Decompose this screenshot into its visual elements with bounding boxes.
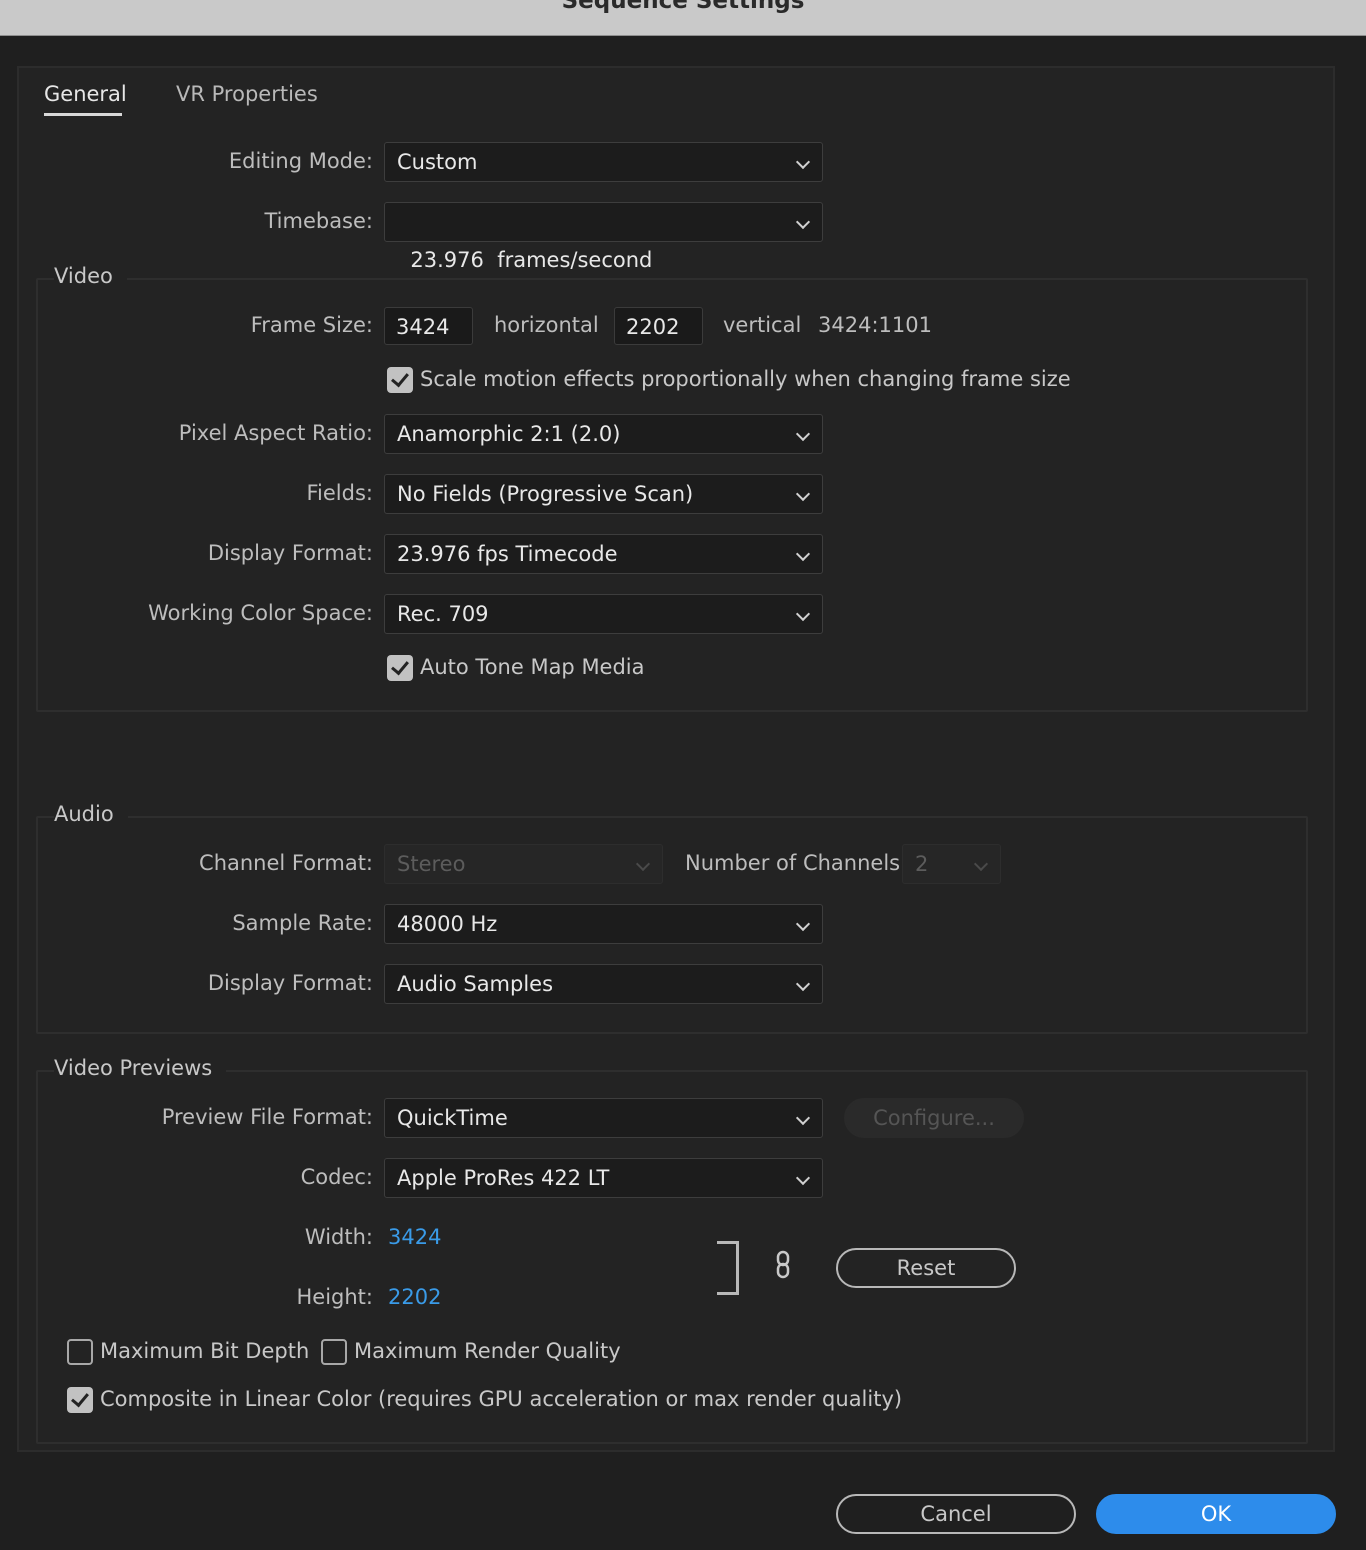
pixel-aspect-value: Anamorphic 2:1 (2.0) [397, 422, 621, 446]
channel-format-value: Stereo [397, 852, 466, 876]
auto-tone-map-label: Auto Tone Map Media [420, 655, 645, 679]
scale-motion-checkbox[interactable] [387, 367, 413, 393]
chevron-down-icon [973, 856, 989, 872]
color-space-label: Working Color Space: [148, 601, 373, 625]
cancel-button[interactable]: Cancel [836, 1494, 1076, 1534]
configure-button: Configure... [844, 1098, 1024, 1138]
editing-mode-dropdown[interactable]: Custom [384, 142, 823, 182]
tab-general[interactable]: General [44, 82, 127, 106]
chevron-down-icon [795, 1110, 811, 1126]
channel-format-label: Channel Format: [199, 851, 373, 875]
num-channels-dropdown: 2 [902, 844, 1001, 884]
codec-label: Codec: [300, 1165, 373, 1189]
scale-motion-label: Scale motion effects proportionally when… [420, 367, 1071, 391]
pixel-aspect-label: Pixel Aspect Ratio: [178, 421, 373, 445]
preview-height-value[interactable]: 2202 [388, 1285, 441, 1309]
timebase-value: 23.976 frames/second [410, 248, 653, 272]
num-channels-label: Number of Channels: [685, 851, 908, 875]
frame-size-label: Frame Size: [250, 313, 373, 337]
reset-button[interactable]: Reset [836, 1248, 1016, 1288]
video-display-format-dropdown[interactable]: 23.976 fps Timecode [384, 534, 823, 574]
video-section-title: Video [54, 264, 127, 288]
window-title: Sequence Settings [561, 0, 805, 14]
chevron-down-icon [795, 546, 811, 562]
timebase-dropdown[interactable]: 23.976 frames/second [384, 202, 823, 272]
frame-width-input[interactable]: 3424 [384, 307, 473, 345]
max-render-quality-label: Maximum Render Quality [354, 1339, 621, 1363]
codec-dropdown[interactable]: Apple ProRes 422 LT [384, 1158, 823, 1198]
sample-rate-value: 48000 Hz [397, 912, 498, 936]
sample-rate-dropdown[interactable]: 48000 Hz [384, 904, 823, 944]
audio-section-title: Audio [54, 802, 128, 826]
color-space-value: Rec. 709 [397, 602, 489, 626]
preview-file-format-value: QuickTime [397, 1106, 508, 1130]
preview-height-label: Height: [296, 1285, 374, 1309]
fields-value: No Fields (Progressive Scan) [397, 482, 694, 506]
composite-linear-checkbox[interactable] [67, 1387, 93, 1413]
codec-value: Apple ProRes 422 LT [397, 1166, 610, 1190]
auto-tone-map-checkbox[interactable] [387, 655, 413, 681]
vertical-label: vertical [723, 313, 802, 337]
chevron-down-icon [795, 1170, 811, 1186]
tab-vr-properties[interactable]: VR Properties [176, 82, 318, 106]
window-titlebar: Sequence Settings [0, 0, 1366, 36]
frame-height-input[interactable]: 2202 [614, 307, 703, 345]
chevron-down-icon [795, 976, 811, 992]
chevron-down-icon [795, 916, 811, 932]
pixel-aspect-dropdown[interactable]: Anamorphic 2:1 (2.0) [384, 414, 823, 454]
fields-dropdown[interactable]: No Fields (Progressive Scan) [384, 474, 823, 514]
video-display-format-label: Display Format: [207, 541, 373, 565]
fields-label: Fields: [306, 481, 374, 505]
chevron-down-icon [635, 856, 651, 872]
preview-file-format-label: Preview File Format: [161, 1105, 373, 1129]
audio-display-format-label: Display Format: [207, 971, 373, 995]
preview-width-label: Width: [304, 1225, 373, 1249]
max-render-quality-checkbox[interactable] [321, 1339, 347, 1365]
editing-mode-label: Editing Mode: [228, 149, 373, 173]
video-previews-section-title: Video Previews [54, 1056, 227, 1080]
editing-mode-value: Custom [397, 150, 478, 174]
chevron-down-icon [795, 426, 811, 442]
chevron-down-icon [795, 486, 811, 502]
chevron-down-icon [795, 606, 811, 622]
ok-button[interactable]: OK [1096, 1494, 1336, 1534]
preview-file-format-dropdown[interactable]: QuickTime [384, 1098, 823, 1138]
chevron-down-icon [795, 154, 811, 170]
sample-rate-label: Sample Rate: [232, 911, 373, 935]
timebase-label: Timebase: [264, 209, 373, 233]
max-bit-depth-checkbox[interactable] [67, 1339, 93, 1365]
color-space-dropdown[interactable]: Rec. 709 [384, 594, 823, 634]
tab-active-indicator [44, 113, 122, 116]
max-bit-depth-label: Maximum Bit Depth [100, 1339, 310, 1363]
num-channels-value: 2 [915, 852, 929, 876]
video-display-format-value: 23.976 fps Timecode [397, 542, 618, 566]
preview-width-value[interactable]: 3424 [388, 1225, 441, 1249]
audio-display-format-value: Audio Samples [397, 972, 554, 996]
composite-linear-label: Composite in Linear Color (requires GPU … [100, 1387, 903, 1411]
frame-aspect-readout: 3424:1101 [818, 313, 932, 337]
chevron-down-icon [795, 214, 811, 230]
channel-format-dropdown: Stereo [384, 844, 663, 884]
dimension-link-bracket [717, 1241, 739, 1295]
audio-display-format-dropdown[interactable]: Audio Samples [384, 964, 823, 1004]
chain-link-icon[interactable] [775, 1250, 793, 1284]
horizontal-label: horizontal [494, 313, 599, 337]
